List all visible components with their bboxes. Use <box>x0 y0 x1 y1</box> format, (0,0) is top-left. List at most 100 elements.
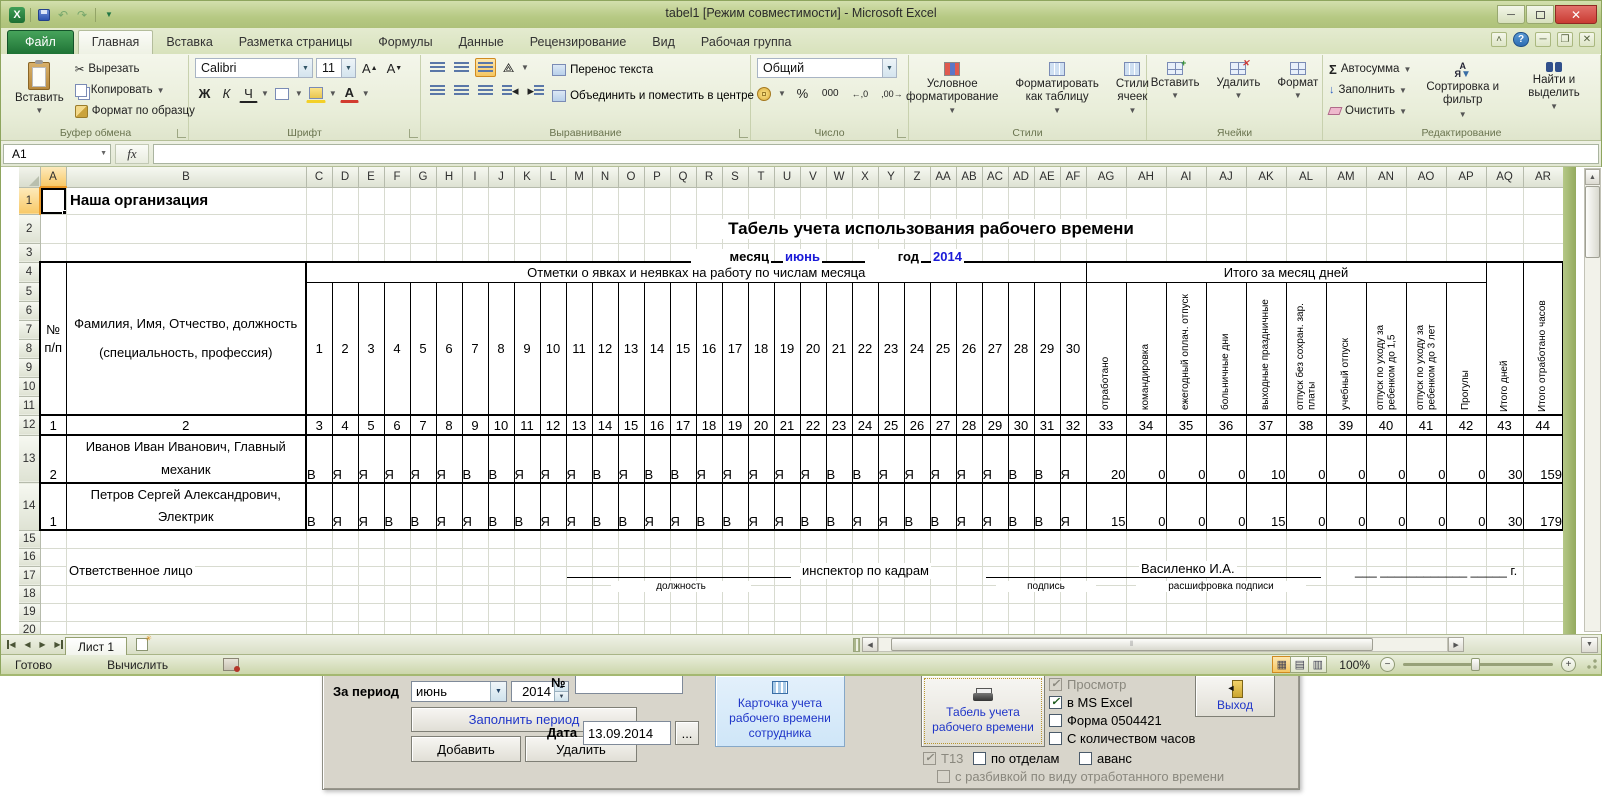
day-column-header[interactable]: 20 <box>800 282 826 415</box>
total-cell[interactable]: 0 <box>1286 435 1326 483</box>
cell[interactable] <box>696 214 722 243</box>
attendance-cell[interactable]: Я <box>852 483 878 531</box>
cell[interactable] <box>410 621 436 634</box>
attendance-cell[interactable]: Я <box>436 483 462 531</box>
column-number-cell[interactable]: 36 <box>1206 415 1246 435</box>
column-number-cell[interactable]: 33 <box>1086 415 1126 435</box>
attendance-cell[interactable]: Я <box>982 483 1008 531</box>
attendance-cell[interactable]: Я <box>540 483 566 531</box>
attendance-cell[interactable]: В <box>488 483 514 531</box>
header-total-hours[interactable]: Итого отработано часов <box>1523 262 1563 415</box>
cell[interactable] <box>1406 187 1446 214</box>
cell[interactable] <box>1326 187 1366 214</box>
cell[interactable] <box>514 603 540 621</box>
attendance-cell[interactable]: В <box>592 483 618 531</box>
cell[interactable] <box>644 187 670 214</box>
wrap-text-button[interactable]: Перенос текста <box>552 60 766 80</box>
autosum-button[interactable]: Σ Автосумма ▼ <box>1329 60 1411 78</box>
cell[interactable] <box>306 214 332 243</box>
column-number-cell[interactable]: 29 <box>982 415 1008 435</box>
cell[interactable] <box>1366 530 1406 548</box>
column-number-cell[interactable]: 41 <box>1406 415 1446 435</box>
increase-indent-icon[interactable]: ▸ <box>525 81 548 100</box>
cell[interactable] <box>982 530 1008 548</box>
cell[interactable] <box>40 548 66 566</box>
attendance-cell[interactable]: Я <box>410 435 436 483</box>
cell[interactable] <box>332 243 358 262</box>
cell[interactable] <box>40 530 66 548</box>
cell[interactable] <box>410 243 436 262</box>
cell[interactable] <box>410 585 436 603</box>
cell[interactable] <box>358 530 384 548</box>
hscroll-thumb[interactable]: ⦀ <box>891 638 1373 651</box>
column-number-cell[interactable]: 7 <box>410 415 436 435</box>
cell[interactable] <box>410 530 436 548</box>
prev-sheet-icon[interactable]: ◀ <box>20 637 35 652</box>
column-number-cell[interactable]: 24 <box>852 415 878 435</box>
cell[interactable] <box>748 530 774 548</box>
row-header-15[interactable]: 15 <box>19 530 40 548</box>
attendance-cell[interactable]: Я <box>774 435 800 483</box>
cell[interactable] <box>1008 621 1034 634</box>
align-left-icon[interactable] <box>427 81 448 100</box>
cell[interactable] <box>1206 243 1246 262</box>
row-header-20[interactable]: 20 <box>19 621 40 634</box>
attendance-cell[interactable]: Я <box>722 435 748 483</box>
workbook-close-icon[interactable]: ✕ <box>1579 32 1595 47</box>
attendance-cell[interactable]: В <box>1034 483 1060 531</box>
tab-review[interactable]: Рецензирование <box>517 31 640 54</box>
tab-home[interactable]: Главная <box>78 30 154 55</box>
column-number-cell[interactable]: 28 <box>956 415 982 435</box>
checkbox-t13[interactable]: Т13 <box>923 751 963 766</box>
column-header-B[interactable]: B <box>66 167 306 187</box>
last-sheet-icon[interactable]: ▶ <box>50 637 65 652</box>
cell[interactable] <box>644 214 670 243</box>
cell[interactable] <box>488 243 514 262</box>
total-cell[interactable]: 179 <box>1523 483 1563 531</box>
cell[interactable] <box>384 187 410 214</box>
attendance-cell[interactable]: Я <box>436 435 462 483</box>
attendance-cell[interactable]: В <box>852 435 878 483</box>
sort-filter-button[interactable]: АЯ▼ Сортировка и фильтр▼ <box>1416 58 1509 123</box>
cell[interactable] <box>1206 621 1246 634</box>
cell[interactable] <box>540 187 566 214</box>
employee-no-cell[interactable]: 2 <box>40 435 66 483</box>
cell[interactable] <box>488 566 514 585</box>
cell[interactable] <box>1366 585 1406 603</box>
cell[interactable] <box>878 530 904 548</box>
cell[interactable] <box>1366 621 1406 634</box>
cell[interactable] <box>66 530 306 548</box>
cell[interactable] <box>1060 243 1086 262</box>
day-column-header[interactable]: 22 <box>852 282 878 415</box>
cell[interactable] <box>618 187 644 214</box>
cell[interactable] <box>904 530 930 548</box>
row-header-1[interactable]: 1 <box>19 187 40 214</box>
column-header-AP[interactable]: AP <box>1446 167 1486 187</box>
cell[interactable] <box>514 548 540 566</box>
column-number-cell[interactable]: 26 <box>904 415 930 435</box>
cell[interactable] <box>1126 214 1166 243</box>
cell[interactable] <box>826 530 852 548</box>
cell[interactable] <box>826 243 852 262</box>
cell[interactable] <box>540 603 566 621</box>
cell[interactable] <box>332 548 358 566</box>
column-header-C[interactable]: C <box>306 167 332 187</box>
sheet-tab[interactable]: Лист 1 <box>65 637 127 655</box>
employee-no-cell[interactable]: 1 <box>40 483 66 531</box>
cell[interactable] <box>1523 621 1563 634</box>
column-header-S[interactable]: S <box>722 167 748 187</box>
attendance-cell[interactable]: В <box>462 435 488 483</box>
cell[interactable] <box>540 621 566 634</box>
cell[interactable] <box>930 530 956 548</box>
cell[interactable] <box>384 530 410 548</box>
cell[interactable] <box>1246 603 1286 621</box>
column-header-AM[interactable]: AM <box>1326 167 1366 187</box>
attendance-cell[interactable]: Я <box>514 435 540 483</box>
merge-center-button[interactable]: Объединить и поместить в центре ▼ <box>552 86 766 106</box>
column-header-J[interactable]: J <box>488 167 514 187</box>
delete-cells-button[interactable]: ✕ Удалить▼ <box>1211 58 1267 104</box>
attendance-cell[interactable]: Я <box>1060 435 1086 483</box>
cell[interactable] <box>410 566 436 585</box>
cell[interactable] <box>66 585 306 603</box>
cell[interactable] <box>566 214 592 243</box>
